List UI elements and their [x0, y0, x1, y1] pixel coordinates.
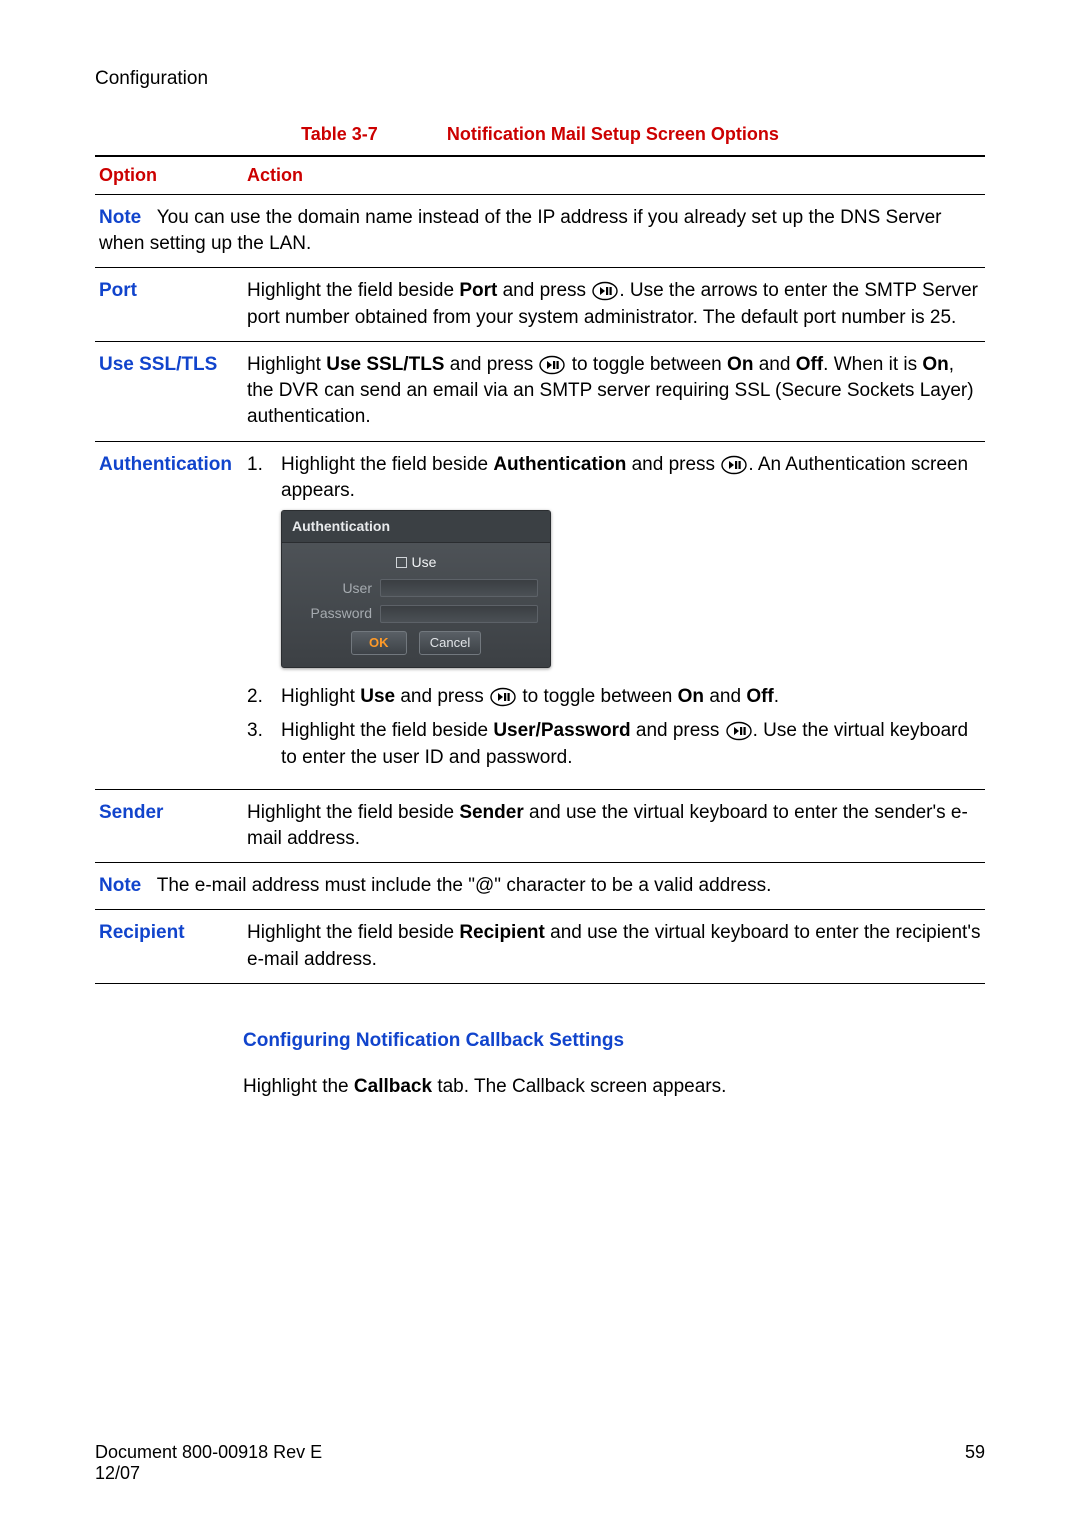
password-field[interactable] — [380, 605, 538, 623]
table-row: Sender Highlight the field beside Sender… — [95, 789, 985, 862]
table-caption: Table 3-7 Notification Mail Setup Screen… — [95, 124, 985, 145]
body-paragraph: Highlight the Callback tab. The Callback… — [243, 1074, 985, 1100]
user-field[interactable] — [380, 579, 538, 597]
table-row: Recipient Highlight the field beside Rec… — [95, 910, 985, 983]
option-auth: Authentication — [95, 441, 243, 789]
subsection-title: Configuring Notification Callback Settin… — [243, 1030, 985, 1052]
ok-button[interactable]: OK — [351, 631, 407, 655]
note-label: Note — [99, 207, 141, 228]
enter-icon — [591, 281, 619, 301]
option-sender: Sender — [95, 789, 243, 862]
option-port: Port — [95, 268, 243, 341]
dialog-title: Authentication — [282, 511, 550, 543]
step-number: 1. — [247, 452, 281, 677]
enter-icon — [725, 721, 753, 741]
option-ssl: Use SSL/TLS — [95, 341, 243, 441]
enter-icon — [489, 687, 517, 707]
step-number: 3. — [247, 718, 281, 770]
checkbox-icon[interactable] — [396, 557, 407, 568]
note-text: The e-mail address must include the "@" … — [157, 875, 772, 896]
table-row: Use SSL/TLS Highlight Use SSL/TLS and pr… — [95, 341, 985, 441]
table-row: Note The e-mail address must include the… — [95, 863, 985, 910]
use-checkbox-row[interactable]: Use — [294, 553, 538, 572]
cancel-button[interactable]: Cancel — [419, 631, 481, 655]
footer-doc-id: Document 800-00918 Rev E — [95, 1442, 322, 1463]
section-title: Configuration — [95, 68, 985, 90]
col-option: Option — [95, 156, 243, 195]
option-recipient: Recipient — [95, 910, 243, 983]
enter-icon — [720, 455, 748, 475]
step-number: 2. — [247, 684, 281, 710]
user-label: User — [294, 579, 380, 598]
password-label: Password — [294, 604, 380, 623]
page-footer: Document 800-00918 Rev E 12/07 59 — [95, 1442, 985, 1484]
options-table: Option Action Note You can use the domai… — [95, 155, 985, 984]
table-row: Note You can use the domain name instead… — [95, 195, 985, 268]
use-label: Use — [412, 553, 437, 572]
table-number: Table 3-7 — [301, 124, 378, 145]
table-title: Notification Mail Setup Screen Options — [447, 124, 779, 144]
table-row: Port Highlight the field beside Port and… — [95, 268, 985, 341]
footer-page-number: 59 — [965, 1442, 985, 1484]
enter-icon — [538, 355, 566, 375]
authentication-dialog: Authentication Use User — [281, 510, 551, 668]
col-action: Action — [243, 156, 985, 195]
note-label: Note — [99, 875, 141, 896]
note-text: You can use the domain name instead of t… — [99, 207, 942, 254]
footer-date: 12/07 — [95, 1463, 322, 1484]
table-row: Authentication 1. Highlight the field be… — [95, 441, 985, 789]
